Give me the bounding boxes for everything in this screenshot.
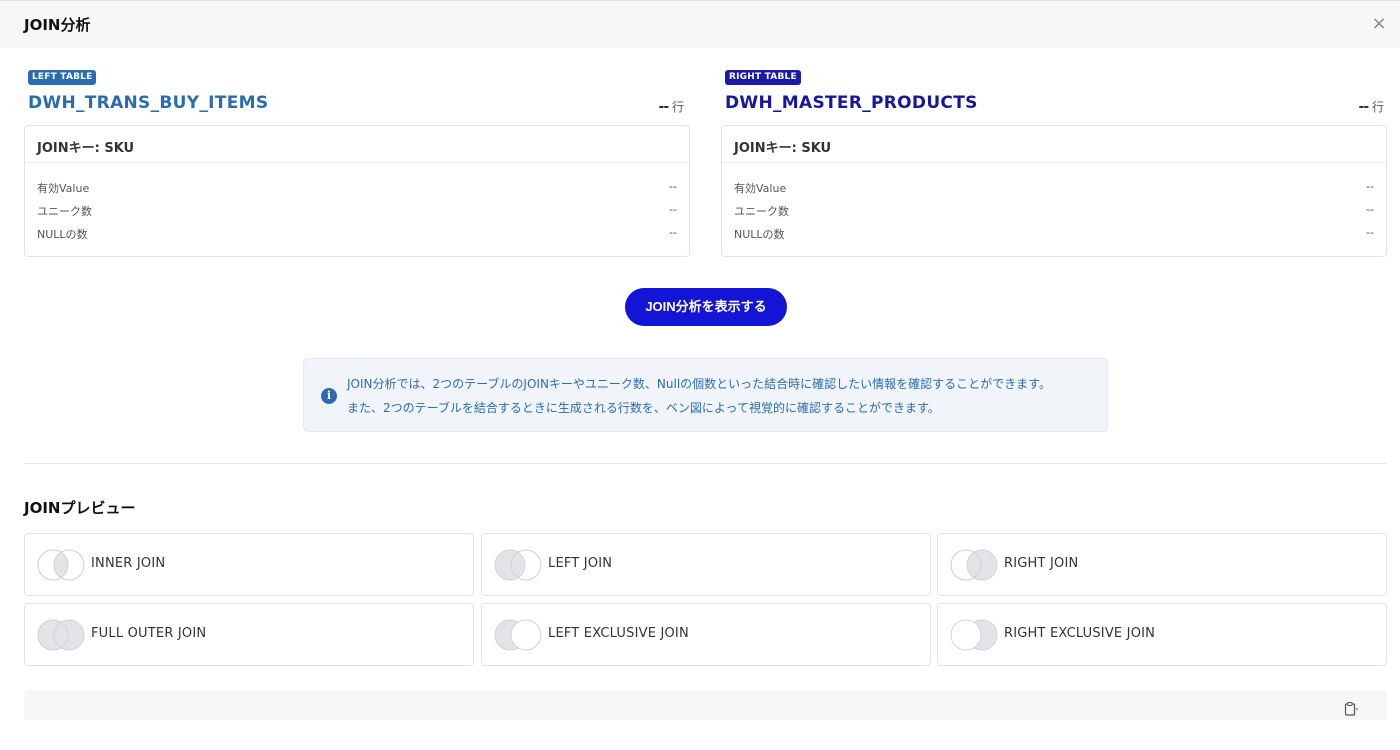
left-stat-null: NULLの数 --: [37, 226, 677, 244]
inner-join-venn-icon: [37, 549, 85, 581]
stat-label: ユニーク数: [37, 205, 92, 218]
left-table-card: JOINキー: SKU 有効Value -- ユニーク数 -- NULLの数 -…: [24, 125, 690, 257]
stat-value: --: [669, 203, 677, 216]
join-label: FULL OUTER JOIN: [91, 626, 207, 641]
right-table-card: JOINキー: SKU 有効Value -- ユニーク数 -- NULLの数 -…: [721, 125, 1387, 257]
stat-label: NULLの数: [734, 228, 785, 241]
left-stat-unique: ユニーク数 --: [37, 203, 677, 221]
join-label: RIGHT JOIN: [1004, 556, 1079, 571]
stat-label: 有効Value: [37, 182, 90, 195]
right-exclusive-join-venn-icon: [950, 619, 998, 651]
left-join-venn-icon: [494, 549, 542, 581]
stat-value: --: [669, 180, 677, 193]
section-divider: [24, 463, 1387, 464]
stat-value: --: [669, 226, 677, 239]
right-stat-unique: ユニーク数 --: [734, 203, 1374, 221]
right-stat-null: NULLの数 --: [734, 226, 1374, 244]
join-option-inner[interactable]: INNER JOIN: [24, 533, 474, 596]
left-row-count-unit: 行: [671, 100, 684, 114]
right-row-count-unit: 行: [1371, 100, 1384, 114]
modal-header: JOIN分析 ×: [0, 0, 1400, 48]
modal-title: JOIN分析: [24, 16, 91, 34]
join-option-left-exclusive[interactable]: LEFT EXCLUSIVE JOIN: [481, 603, 931, 666]
info-text-line-2: また、2つのテーブルを結合するときに生成される行数を、ベン図によって視覚的に確認…: [347, 401, 940, 415]
join-label: RIGHT EXCLUSIVE JOIN: [1004, 626, 1156, 641]
left-stat-valid: 有効Value --: [37, 180, 677, 198]
info-icon: i: [321, 388, 337, 404]
left-exclusive-join-venn-icon: [494, 619, 542, 651]
clipboard-icon[interactable]: [1343, 701, 1359, 717]
show-join-analysis-button[interactable]: JOIN分析を表示する: [625, 288, 787, 326]
stat-value: --: [1366, 180, 1374, 193]
join-option-right[interactable]: RIGHT JOIN: [937, 533, 1387, 596]
join-option-left[interactable]: LEFT JOIN: [481, 533, 931, 596]
join-label: LEFT EXCLUSIVE JOIN: [548, 626, 689, 641]
left-table-name: DWH_TRANS_BUY_ITEMS: [28, 93, 269, 113]
stat-value: --: [1366, 226, 1374, 239]
right-table-name: DWH_MASTER_PRODUCTS: [725, 93, 978, 113]
right-stat-valid: 有効Value --: [734, 180, 1374, 198]
stat-value: --: [1366, 203, 1374, 216]
sql-preview-bar: [24, 690, 1387, 720]
join-label: LEFT JOIN: [548, 556, 613, 571]
join-option-full-outer[interactable]: FULL OUTER JOIN: [24, 603, 474, 666]
divider: [722, 162, 1386, 163]
info-box: i JOIN分析では、2つのテーブルのJOINキーやユニーク数、Nullの個数と…: [303, 358, 1108, 432]
left-row-count-value: --: [658, 99, 670, 115]
divider: [25, 162, 689, 163]
join-option-right-exclusive[interactable]: RIGHT EXCLUSIVE JOIN: [937, 603, 1387, 666]
stat-label: ユニーク数: [734, 205, 789, 218]
right-join-venn-icon: [950, 549, 998, 581]
info-text-line-1: JOIN分析では、2つのテーブルのJOINキーやユニーク数、Nullの個数といっ…: [347, 377, 1051, 391]
left-join-key: JOINキー: SKU: [37, 141, 135, 156]
join-preview-title: JOINプレビュー: [24, 499, 136, 517]
stat-label: NULLの数: [37, 228, 88, 241]
right-join-key: JOINキー: SKU: [734, 141, 832, 156]
right-table-row-count: -- 行: [1359, 98, 1384, 115]
right-table-badge: RIGHT TABLE: [725, 70, 801, 85]
right-row-count-value: --: [1358, 99, 1370, 115]
left-table-row-count: -- 行: [659, 98, 684, 115]
stat-label: 有効Value: [734, 182, 787, 195]
close-icon[interactable]: ×: [1368, 13, 1390, 35]
join-label: INNER JOIN: [91, 556, 166, 571]
full-outer-join-venn-icon: [37, 619, 85, 651]
left-table-badge: LEFT TABLE: [28, 70, 97, 85]
